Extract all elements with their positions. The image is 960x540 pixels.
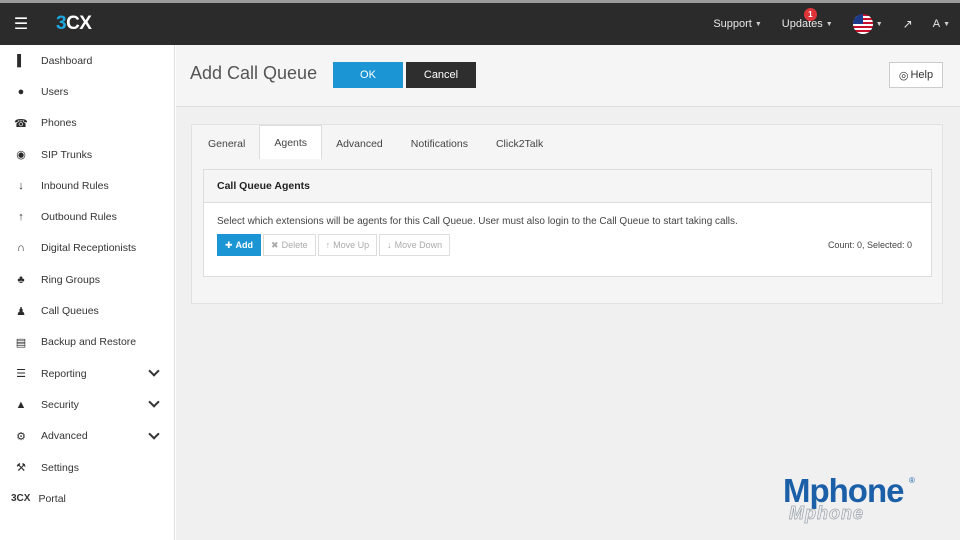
sidebar-item-label: Outbound Rules [41, 211, 117, 224]
database-icon: ▤ [15, 336, 27, 349]
sidebar-item-advanced[interactable]: ⚙ Advanced [0, 421, 174, 452]
sidebar-item-label: Inbound Rules [41, 179, 109, 192]
call-queue-agents-panel: Call Queue Agents Select which extension… [203, 169, 932, 277]
sidebar-item-ring-groups[interactable]: ♣ Ring Groups [0, 264, 174, 295]
sidebar-item-label: Settings [41, 461, 79, 474]
delete-button[interactable]: ✖ Delete [263, 234, 316, 256]
bar-chart-icon: ▌ [17, 54, 25, 67]
3cx-icon: 3CX [11, 493, 31, 505]
chevron-down-icon[interactable] [148, 427, 160, 440]
sidebar-item-label: Phones [41, 117, 77, 130]
arrow-up-icon: ↑ [18, 211, 24, 224]
tab-click2talk[interactable]: Click2Talk [482, 129, 557, 159]
mphone-logo: Mphone Mphone ® [783, 474, 933, 524]
agents-toolbar: ✚ Add ✖ Delete ↑ Move Up ↓ Move Down [217, 234, 451, 256]
sidebar-item-label: Security [41, 398, 79, 411]
tab-notifications[interactable]: Notifications [397, 129, 482, 159]
sidebar-item-label: Portal [38, 492, 66, 505]
add-button[interactable]: ✚ Add [217, 234, 262, 256]
phone-icon: ☎ [14, 117, 28, 130]
wrench-icon: ⚒ [16, 462, 26, 474]
registered-mark: ® [909, 476, 915, 485]
tab-agents[interactable]: Agents [259, 125, 323, 159]
sidebar-item-backup-and-restore[interactable]: ▤ Backup and Restore [0, 327, 174, 358]
panel-description: Select which extensions will be agents f… [217, 216, 738, 227]
page-header: Add Call Queue OK Cancel ◎ Help [176, 45, 960, 107]
caret-down-icon: ▼ [875, 20, 883, 28]
sidebar-item-label: Dashboard [41, 54, 93, 67]
sidebar-item-reporting[interactable]: ☰ Reporting [0, 358, 174, 389]
fullscreen-button[interactable]: ↗ [893, 3, 923, 45]
help-button[interactable]: ◎ Help [889, 62, 943, 88]
brand-name-reflection: Mphone [789, 503, 864, 524]
close-icon: ✖ [271, 239, 279, 250]
help-label: Help [910, 69, 934, 81]
group-icon: ♣ [17, 273, 25, 286]
user-menu[interactable]: A ▼ [923, 3, 960, 45]
sidebar-item-label: Users [41, 85, 69, 98]
us-flag-icon [852, 14, 873, 34]
sidebar: ▌ Dashboard ● Users ☎ Phones ◉ SIP Trunks ↓ I… [0, 45, 175, 540]
updates-menu[interactable]: Updates 1 ▼ [772, 3, 843, 45]
arrow-down-icon: ↓ [18, 179, 24, 192]
sidebar-item-users[interactable]: ● Users [0, 76, 174, 107]
sidebar-item-label: Digital Receptionists [41, 242, 137, 255]
caret-down-icon: ▼ [754, 20, 762, 28]
plus-icon: ✚ [225, 239, 233, 250]
tab-general[interactable]: General [194, 129, 259, 159]
panel-title: Call Queue Agents [204, 170, 931, 203]
move-up-button[interactable]: ↑ Move Up [317, 234, 378, 256]
ok-button[interactable]: OK [333, 62, 403, 88]
list-icon: ☰ [16, 368, 26, 381]
content-area: General Agents Advanced Notifications Cl… [191, 124, 943, 304]
gear-icon: ⚙ [16, 430, 26, 443]
arrow-down-icon: ↓ [387, 240, 392, 250]
arrow-up-icon: ↑ [325, 240, 331, 250]
sidebar-item-label: Backup and Restore [41, 336, 137, 349]
globe-icon: ◉ [16, 149, 26, 162]
lifebuoy-icon: ◎ [898, 69, 909, 82]
caret-down-icon: ▼ [943, 20, 950, 28]
move-down-label: Move Down [394, 240, 443, 250]
sidebar-item-label: Ring Groups [41, 273, 100, 286]
page-title: Add Call Queue [190, 63, 318, 83]
tab-bar: General Agents Advanced Notifications Cl… [192, 125, 557, 159]
caret-down-icon: ▼ [825, 20, 833, 28]
top-bar: ☰ 3CX Support ▼ Updates 1 ▼ ▼ ↗ A ▼ [0, 0, 960, 45]
sidebar-item-settings[interactable]: ⚒ Settings [0, 452, 174, 483]
main-content: Add Call Queue OK Cancel ◎ Help General A… [176, 45, 960, 540]
sidebar-item-security[interactable]: ▲ Security [0, 389, 174, 420]
expand-icon: ↗ [902, 17, 913, 31]
app-logo[interactable]: 3CX [56, 13, 92, 35]
sidebar-item-portal[interactable]: 3CX Portal [0, 483, 174, 514]
sidebar-item-label: Call Queues [41, 305, 99, 318]
move-down-button[interactable]: ↓ Move Down [379, 234, 451, 256]
support-menu[interactable]: Support ▼ [703, 3, 771, 45]
cancel-button[interactable]: Cancel [406, 62, 476, 88]
sidebar-item-inbound-rules[interactable]: ↓ Inbound Rules [0, 170, 174, 201]
delete-label: Delete [281, 240, 308, 250]
chevron-down-icon[interactable] [148, 365, 160, 377]
hamburger-icon[interactable]: ☰ [0, 3, 42, 45]
chevron-down-icon[interactable] [148, 396, 160, 408]
sidebar-item-label: Reporting [41, 367, 87, 380]
sidebar-item-digital-receptionists[interactable]: ∩ Digital Receptionists [0, 233, 174, 264]
sidebar-item-phones[interactable]: ☎ Phones [0, 108, 174, 139]
shield-icon: ▲ [15, 398, 27, 411]
user-icon: ● [17, 85, 25, 98]
headset-icon: ∩ [17, 242, 25, 255]
selection-count: Count: 0, Selected: 0 [827, 240, 912, 250]
add-label: Add [235, 240, 254, 250]
move-up-label: Move Up [333, 240, 370, 250]
sidebar-item-sip-trunks[interactable]: ◉ SIP Trunks [0, 139, 174, 170]
sidebar-item-outbound-rules[interactable]: ↑ Outbound Rules [0, 201, 174, 232]
language-menu[interactable]: ▼ [843, 3, 893, 45]
sidebar-item-label: Advanced [41, 430, 88, 443]
sidebar-item-call-queues[interactable]: ♟ Call Queues [0, 295, 174, 326]
updates-badge: 1 [803, 8, 817, 21]
users-icon: ♟ [16, 305, 26, 318]
tab-advanced[interactable]: Advanced [322, 129, 397, 159]
sidebar-item-label: SIP Trunks [41, 148, 93, 161]
sidebar-item-dashboard[interactable]: ▌ Dashboard [0, 45, 174, 76]
